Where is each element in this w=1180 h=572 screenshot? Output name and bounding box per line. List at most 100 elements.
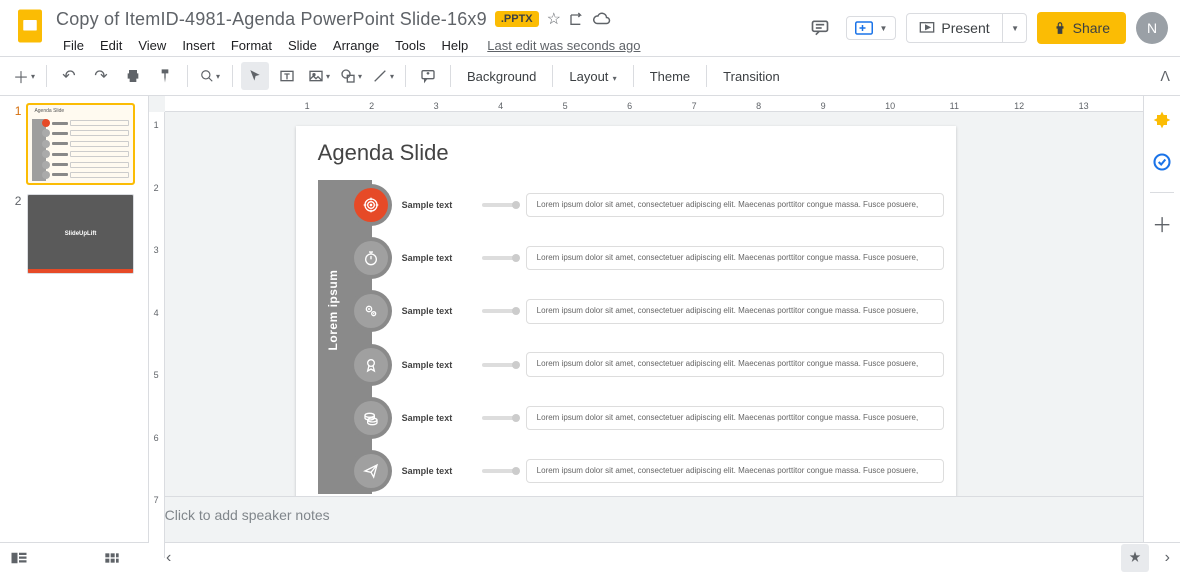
slides-logo[interactable] — [12, 8, 48, 44]
line-tool[interactable]: ▾ — [369, 62, 397, 90]
side-panel: ＋ — [1143, 96, 1180, 542]
agenda-row-bump — [350, 290, 392, 332]
agenda-row-label[interactable]: Sample text — [402, 200, 472, 210]
star-icon[interactable]: ☆ — [547, 9, 561, 29]
agenda-row-desc[interactable]: Lorem ipsum dolor sit amet, consectetuer… — [526, 193, 944, 217]
grid-view-icon[interactable] — [104, 551, 120, 565]
comment-tool[interactable] — [414, 62, 442, 90]
menu-arrange[interactable]: Arrange — [326, 34, 386, 57]
agenda-row-bump — [350, 344, 392, 386]
agenda-row-label[interactable]: Sample text — [402, 306, 472, 316]
agenda-row[interactable]: Sample text Lorem ipsum dolor sit amet, c… — [372, 290, 944, 332]
explore-button[interactable] — [1121, 544, 1149, 572]
zoom-button[interactable]: ▾ — [196, 62, 224, 90]
gears-icon — [354, 294, 388, 328]
agenda-row-bump — [350, 450, 392, 492]
menu-slide[interactable]: Slide — [281, 34, 324, 57]
menu-view[interactable]: View — [131, 34, 173, 57]
comments-icon[interactable] — [804, 12, 836, 44]
slide-thumb-1[interactable]: Agenda Slide — [27, 104, 133, 184]
tasks-icon[interactable] — [1150, 150, 1174, 174]
textbox-tool[interactable] — [273, 62, 301, 90]
agenda-row-label[interactable]: Sample text — [402, 413, 472, 423]
menu-insert[interactable]: Insert — [175, 34, 222, 57]
agenda-row[interactable]: Sample text Lorem ipsum dolor sit amet, c… — [372, 184, 944, 226]
background-button[interactable]: Background — [459, 69, 544, 84]
present-label: Present — [941, 20, 989, 36]
agenda-row-label[interactable]: Sample text — [402, 360, 472, 370]
ribbon-icon — [354, 348, 388, 382]
collapse-toolbar-icon[interactable]: ᐱ — [1160, 68, 1170, 85]
menu-help[interactable]: Help — [435, 34, 476, 57]
slide-thumb-number: 1 — [14, 104, 21, 184]
menu-edit[interactable]: Edit — [93, 34, 129, 57]
expand-side-panel-icon[interactable]: › — [1165, 549, 1170, 567]
share-label: Share — [1073, 20, 1110, 36]
collapse-filmstrip-icon[interactable]: ‹ — [166, 549, 171, 567]
document-title[interactable]: Copy of ItemID-4981-Agenda PowerPoint Sl… — [56, 9, 487, 30]
pptx-badge: .PPTX — [495, 11, 539, 27]
agenda-row-label[interactable]: Sample text — [402, 466, 472, 476]
insert-presentation-button[interactable]: ▼ — [846, 16, 896, 40]
shape-tool[interactable]: ▾ — [337, 62, 365, 90]
thumb-title: Agenda Slide — [34, 108, 64, 114]
agenda-row-bump — [350, 184, 392, 226]
agenda-row-bump — [350, 397, 392, 439]
filmstrip-view-icon[interactable] — [10, 551, 28, 565]
menu-tools[interactable]: Tools — [388, 34, 432, 57]
agenda-row-connector — [482, 363, 516, 367]
image-tool[interactable]: ▾ — [305, 62, 333, 90]
keep-icon[interactable] — [1150, 108, 1174, 132]
undo-button[interactable]: ↶ — [55, 62, 83, 90]
present-dropdown[interactable]: ▼ — [1002, 14, 1026, 42]
agenda-row-connector — [482, 203, 516, 207]
new-slide-button[interactable]: ＋▾ — [10, 62, 38, 90]
add-panel-icon[interactable]: ＋ — [1150, 211, 1174, 235]
agenda-row-label[interactable]: Sample text — [402, 253, 472, 263]
speaker-notes[interactable]: Click to add speaker notes — [149, 496, 1144, 542]
agenda-row-desc[interactable]: Lorem ipsum dolor sit amet, consectetuer… — [526, 352, 944, 376]
share-button[interactable]: Share — [1037, 12, 1126, 44]
agenda-row-connector — [482, 256, 516, 260]
thumb-brand: SlideUpLift — [28, 231, 132, 237]
horizontal-ruler: 12345678910111213 — [165, 96, 1144, 112]
agenda-row[interactable]: Sample text Lorem ipsum dolor sit amet, c… — [372, 450, 944, 492]
present-button[interactable]: Present — [907, 14, 1001, 42]
agenda-row-connector — [482, 309, 516, 313]
toolbar: ＋▾ ↶ ↷ ▾ ▾ ▾ ▾ Background Layout ▾ Theme… — [0, 56, 1180, 96]
cloud-status-icon[interactable] — [593, 12, 611, 26]
menu-format[interactable]: Format — [224, 34, 279, 57]
agenda-row[interactable]: Sample text Lorem ipsum dolor sit amet, c… — [372, 397, 944, 439]
menu-file[interactable]: File — [56, 34, 91, 57]
move-icon[interactable] — [569, 11, 585, 27]
slide-sidebar-text[interactable]: Lorem ipsum — [326, 250, 340, 370]
coins-icon — [354, 401, 388, 435]
print-button[interactable] — [119, 62, 147, 90]
last-edit-link[interactable]: Last edit was seconds ago — [487, 34, 640, 57]
filmstrip: 1 Agenda Slide 2 SlideUpLift — [0, 96, 149, 542]
slide-title[interactable]: Agenda Slide — [318, 140, 449, 166]
stopwatch-icon — [354, 241, 388, 275]
agenda-row-desc[interactable]: Lorem ipsum dolor sit amet, consectetuer… — [526, 406, 944, 430]
bottom-bar: ‹ › — [0, 542, 1180, 572]
slide-canvas[interactable]: Agenda Slide Lorem ipsum Sample text Lore… — [296, 126, 956, 496]
transition-button[interactable]: Transition — [715, 69, 788, 84]
agenda-row-desc[interactable]: Lorem ipsum dolor sit amet, consectetuer… — [526, 246, 944, 270]
paper-plane-icon — [354, 454, 388, 488]
agenda-row-desc[interactable]: Lorem ipsum dolor sit amet, consectetuer… — [526, 299, 944, 323]
layout-button[interactable]: Layout ▾ — [561, 69, 624, 84]
slide-thumb-number: 2 — [14, 194, 21, 274]
account-avatar[interactable]: N — [1136, 12, 1168, 44]
theme-button[interactable]: Theme — [642, 69, 698, 84]
slide-thumb-2[interactable]: SlideUpLift — [27, 194, 133, 274]
paint-format-button[interactable] — [151, 62, 179, 90]
agenda-row-connector — [482, 416, 516, 420]
agenda-row-desc[interactable]: Lorem ipsum dolor sit amet, consectetuer… — [526, 459, 944, 483]
agenda-row-bump — [350, 237, 392, 279]
redo-button[interactable]: ↷ — [87, 62, 115, 90]
agenda-row[interactable]: Sample text Lorem ipsum dolor sit amet, c… — [372, 344, 944, 386]
agenda-row-connector — [482, 469, 516, 473]
select-tool[interactable] — [241, 62, 269, 90]
target-icon — [354, 188, 388, 222]
agenda-row[interactable]: Sample text Lorem ipsum dolor sit amet, c… — [372, 237, 944, 279]
